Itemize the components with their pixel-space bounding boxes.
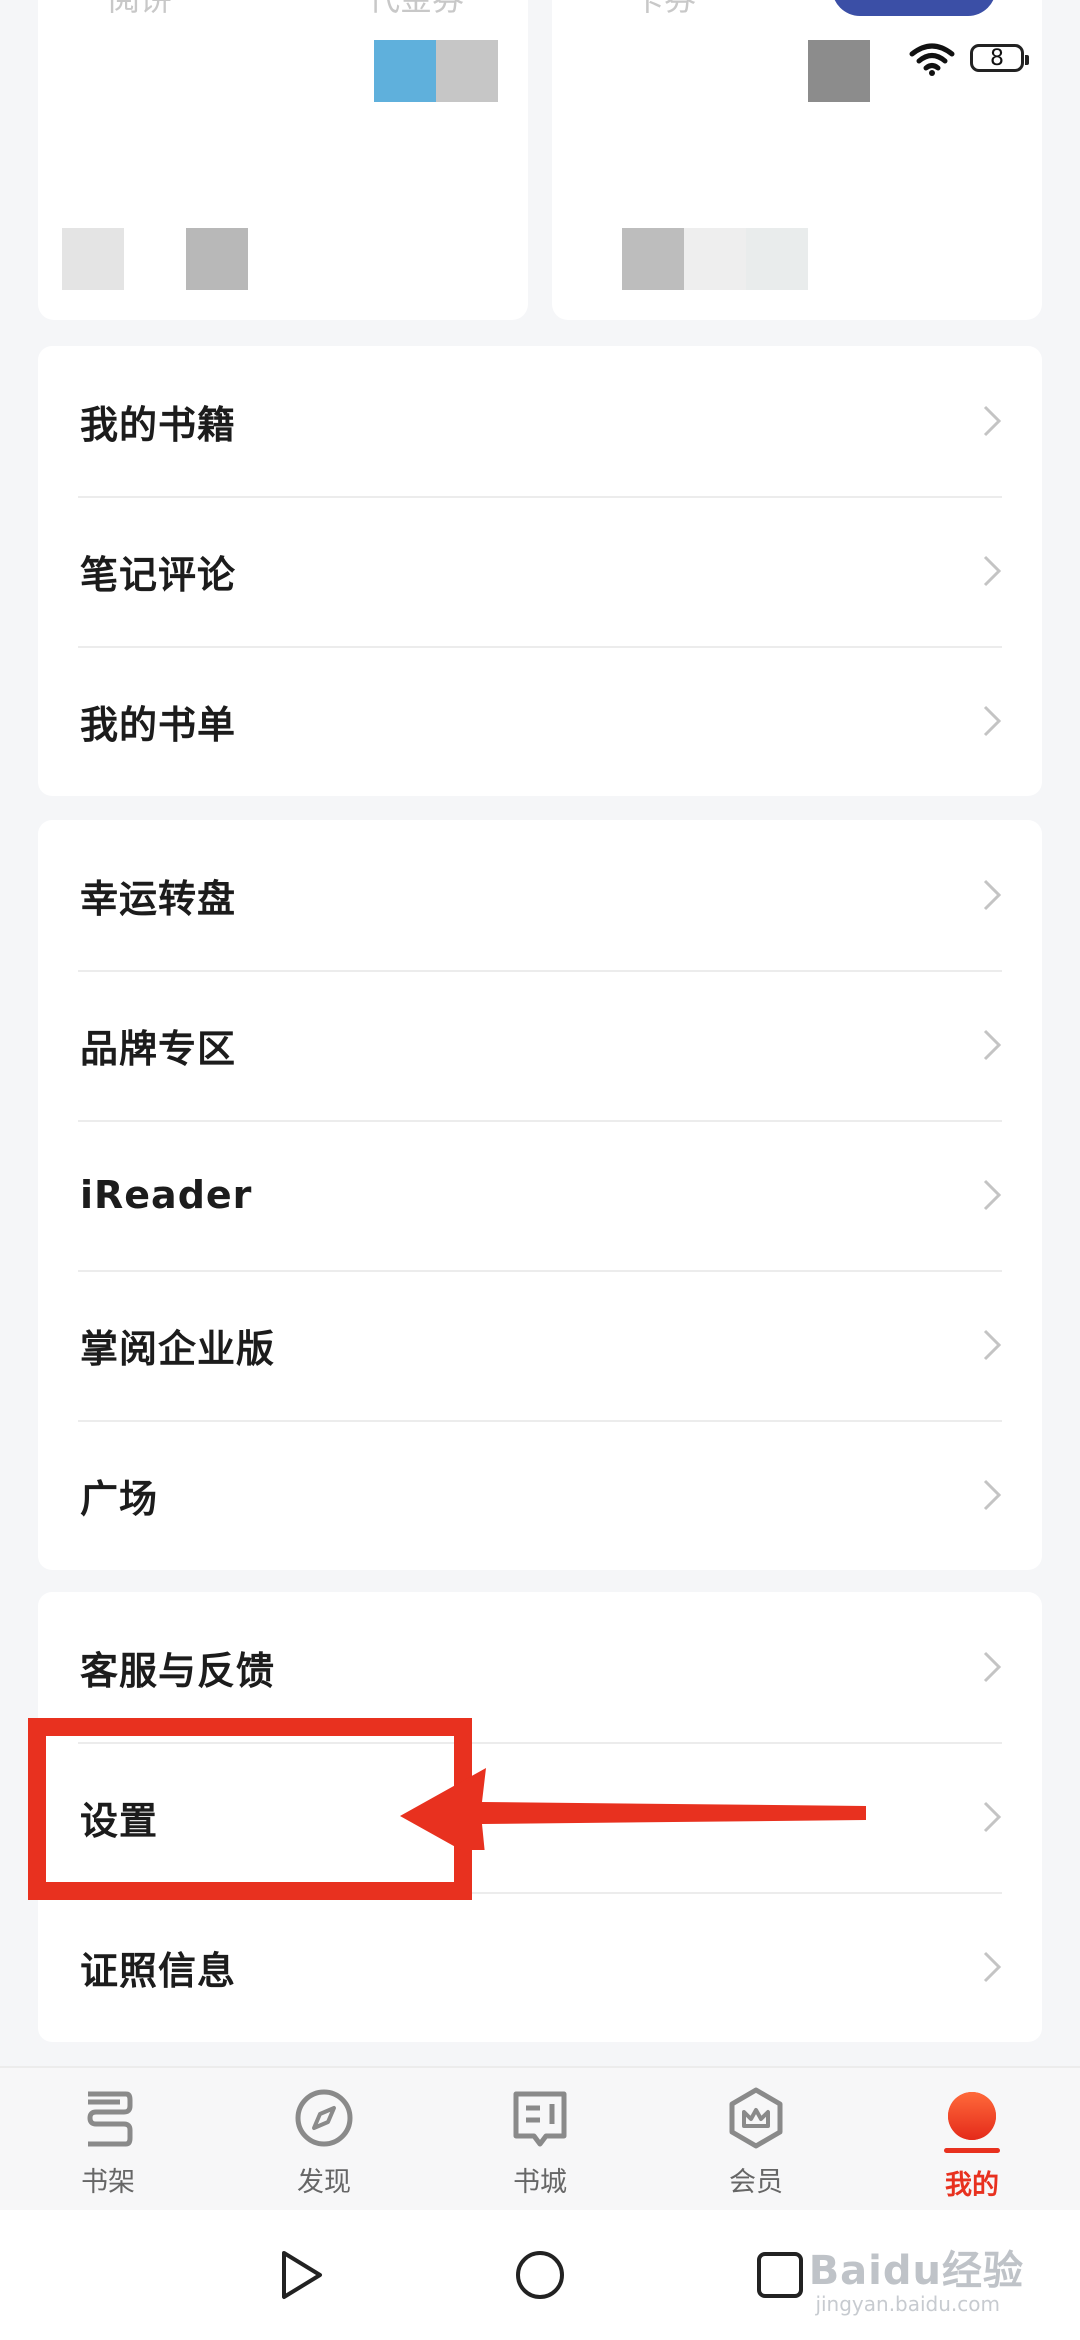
blurred-avatar	[622, 228, 684, 290]
recents-square-icon[interactable]	[750, 2245, 810, 2305]
chevron-right-icon	[983, 555, 1002, 587]
chevron-right-icon	[983, 1951, 1002, 1983]
menu-item-lucky-wheel[interactable]: 幸运转盘	[38, 820, 1042, 970]
menu-item-label: iReader	[80, 1173, 253, 1217]
menu-item-label: 笔记评论	[80, 552, 237, 597]
tab-label: 发现	[297, 2167, 351, 2198]
blurred-avatar	[746, 228, 808, 290]
blurred-avatar	[374, 40, 436, 102]
menu-item-label: 我的书籍	[80, 402, 237, 447]
vip-crown-icon	[729, 2087, 783, 2149]
blurred-avatar	[684, 228, 746, 290]
tab-discover[interactable]: 发现	[216, 2068, 432, 2212]
chevron-right-icon	[983, 1651, 1002, 1683]
active-tab-indicator	[944, 2148, 1000, 2153]
menu-group-content: 我的书籍 笔记评论 我的书单	[38, 346, 1042, 796]
tab-me[interactable]: 我的	[864, 2068, 1080, 2212]
chevron-right-icon	[983, 1179, 1002, 1211]
battery-indicator: 8	[970, 44, 1029, 72]
menu-item-label: 幸运转盘	[80, 876, 237, 921]
menu-item-enterprise[interactable]: 掌阅企业版	[38, 1270, 1042, 1420]
chevron-right-icon	[983, 1801, 1002, 1833]
tab-vip[interactable]: 会员	[648, 2068, 864, 2212]
blurred-avatar	[436, 40, 498, 102]
compass-icon	[295, 2089, 353, 2147]
wallet-item-label: 代金券	[368, 0, 464, 20]
menu-item-my-books[interactable]: 我的书籍	[38, 346, 1042, 496]
profile-icon	[948, 2092, 996, 2140]
tab-label: 我的	[945, 2170, 999, 2201]
menu-item-label: 品牌专区	[80, 1026, 237, 1071]
home-circle-icon[interactable]	[510, 2245, 570, 2305]
back-triangle-icon[interactable]	[270, 2245, 330, 2305]
menu-item-label: 客服与反馈	[80, 1648, 276, 1693]
chevron-right-icon	[983, 705, 1002, 737]
watermark-url: jingyan.baidu.com	[815, 2292, 1000, 2316]
menu-item-plaza[interactable]: 广场	[38, 1420, 1042, 1570]
coupon-label: 卡券	[632, 0, 696, 20]
book-store-icon	[513, 2091, 567, 2147]
tab-label: 会员	[729, 2167, 783, 2198]
wallet-card[interactable]: 阅饼 代金券	[38, 0, 528, 320]
chevron-right-icon	[983, 879, 1002, 911]
wallet-item-label: 阅饼	[108, 0, 172, 20]
menu-item-label: 我的书单	[80, 702, 237, 747]
profile-page: 阅饼 代金券 卡券 8 我的书籍 笔记评论 我的书单	[0, 0, 1080, 2340]
blurred-avatar	[186, 228, 248, 290]
status-bar: 8	[908, 40, 1029, 76]
chevron-right-icon	[983, 1329, 1002, 1361]
tab-label: 书城	[513, 2167, 567, 2198]
chevron-right-icon	[983, 1479, 1002, 1511]
menu-item-label: 证照信息	[80, 1948, 237, 1993]
menu-item-brand-zone[interactable]: 品牌专区	[38, 970, 1042, 1120]
watermark-brand: Baidu经验	[808, 2248, 1024, 2294]
menu-group-features: 幸运转盘 品牌专区 iReader 掌阅企业版 广场	[38, 820, 1042, 1570]
action-pill-button[interactable]	[832, 0, 996, 16]
menu-item-license-info[interactable]: 证照信息	[38, 1892, 1042, 2042]
menu-item-label: 广场	[80, 1476, 159, 1521]
tab-bookshelf[interactable]: 书架	[0, 2068, 216, 2212]
bottom-tab-bar: 书架 发现 书城 会员 我的	[0, 2066, 1080, 2212]
chevron-right-icon	[983, 1029, 1002, 1061]
menu-item-notes-comments[interactable]: 笔记评论	[38, 496, 1042, 646]
bookshelf-icon	[87, 2091, 133, 2147]
menu-item-my-booklists[interactable]: 我的书单	[38, 646, 1042, 796]
blurred-avatar	[62, 228, 124, 290]
pointer-arrow-icon	[400, 1768, 866, 1850]
menu-item-ireader[interactable]: iReader	[38, 1120, 1042, 1270]
chevron-right-icon	[983, 405, 1002, 437]
blurred-avatar	[808, 40, 870, 102]
tab-bookstore[interactable]: 书城	[432, 2068, 648, 2212]
menu-item-label: 掌阅企业版	[80, 1326, 276, 1371]
tab-label: 书架	[81, 2167, 135, 2198]
wifi-icon	[909, 43, 955, 76]
